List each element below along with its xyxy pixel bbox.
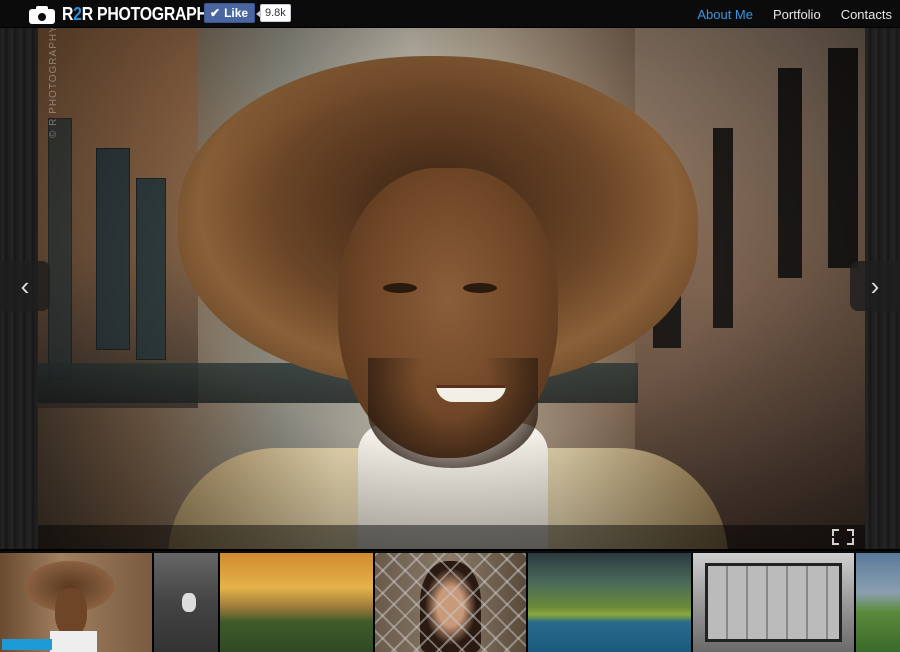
camera-icon	[29, 5, 55, 24]
chevron-right-icon: ›	[870, 270, 880, 301]
chevron-left-icon: ‹	[20, 270, 30, 301]
main-nav: About Me Portfolio Contacts	[677, 0, 892, 28]
caption-bar	[38, 525, 865, 549]
facebook-like-button[interactable]: ✔ Like	[204, 3, 256, 23]
thumbnail-strip	[0, 549, 900, 652]
thumbnail-portrait-afro-man[interactable]	[0, 553, 154, 652]
thumbnail-seagull-on-rocks[interactable]	[154, 553, 220, 652]
nav-portfolio[interactable]: Portfolio	[773, 7, 821, 22]
top-bar: R2R PHOTOGRAPHY ✔ Like 9.8k About Me Por…	[0, 0, 900, 28]
thumbnail-lake-forest[interactable]	[528, 553, 693, 652]
thumbnail-graffiti-bw[interactable]	[693, 553, 856, 652]
thumbnail-mountain-sunset[interactable]	[220, 553, 375, 652]
nav-about-me[interactable]: About Me	[697, 7, 753, 22]
like-label: Like	[224, 6, 249, 20]
thumbnail-green-hills[interactable]	[856, 553, 900, 652]
prev-slide-button[interactable]: ‹	[0, 261, 50, 311]
next-slide-button[interactable]: ›	[850, 261, 900, 311]
thumbnail-woman-behind-fence[interactable]	[375, 553, 528, 652]
brand-name: R2R PHOTOGRAPHY	[62, 3, 218, 24]
photo-watermark: © R PHOTOGRAPHY	[48, 28, 59, 138]
main-photo[interactable]: © R PHOTOGRAPHY	[38, 28, 865, 549]
nav-contacts[interactable]: Contacts	[841, 7, 892, 22]
fullscreen-icon[interactable]	[832, 529, 854, 545]
slideshow-progress-bar	[2, 639, 52, 650]
like-count-badge: 9.8k	[256, 4, 291, 22]
thumbs-up-icon: ✔	[210, 6, 221, 20]
